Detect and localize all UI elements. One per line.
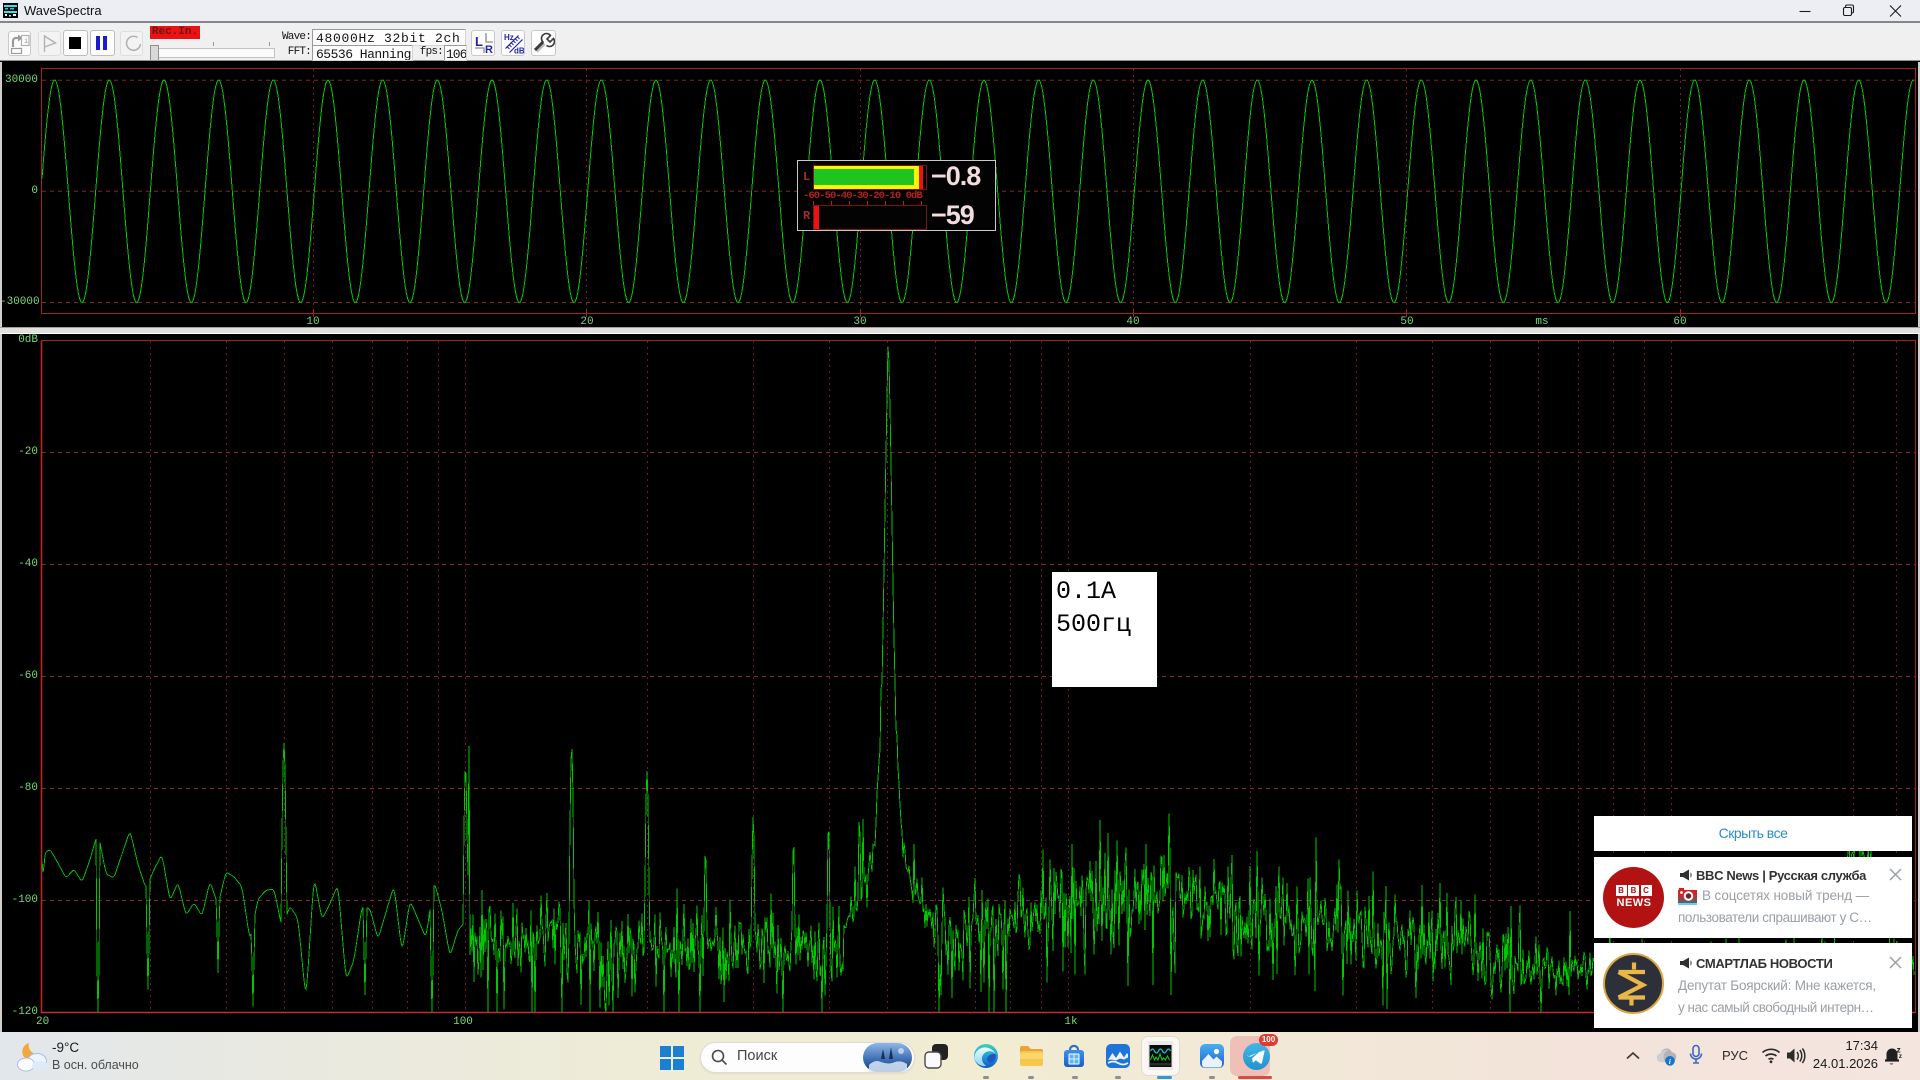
svg-text:dB: dB <box>514 47 524 55</box>
svg-text:i: i <box>24 38 28 46</box>
svg-text:Hz: Hz <box>504 33 514 42</box>
svg-text:R: R <box>485 44 493 54</box>
svg-text:L: L <box>475 34 483 49</box>
svg-text:z: z <box>1899 1053 1903 1060</box>
